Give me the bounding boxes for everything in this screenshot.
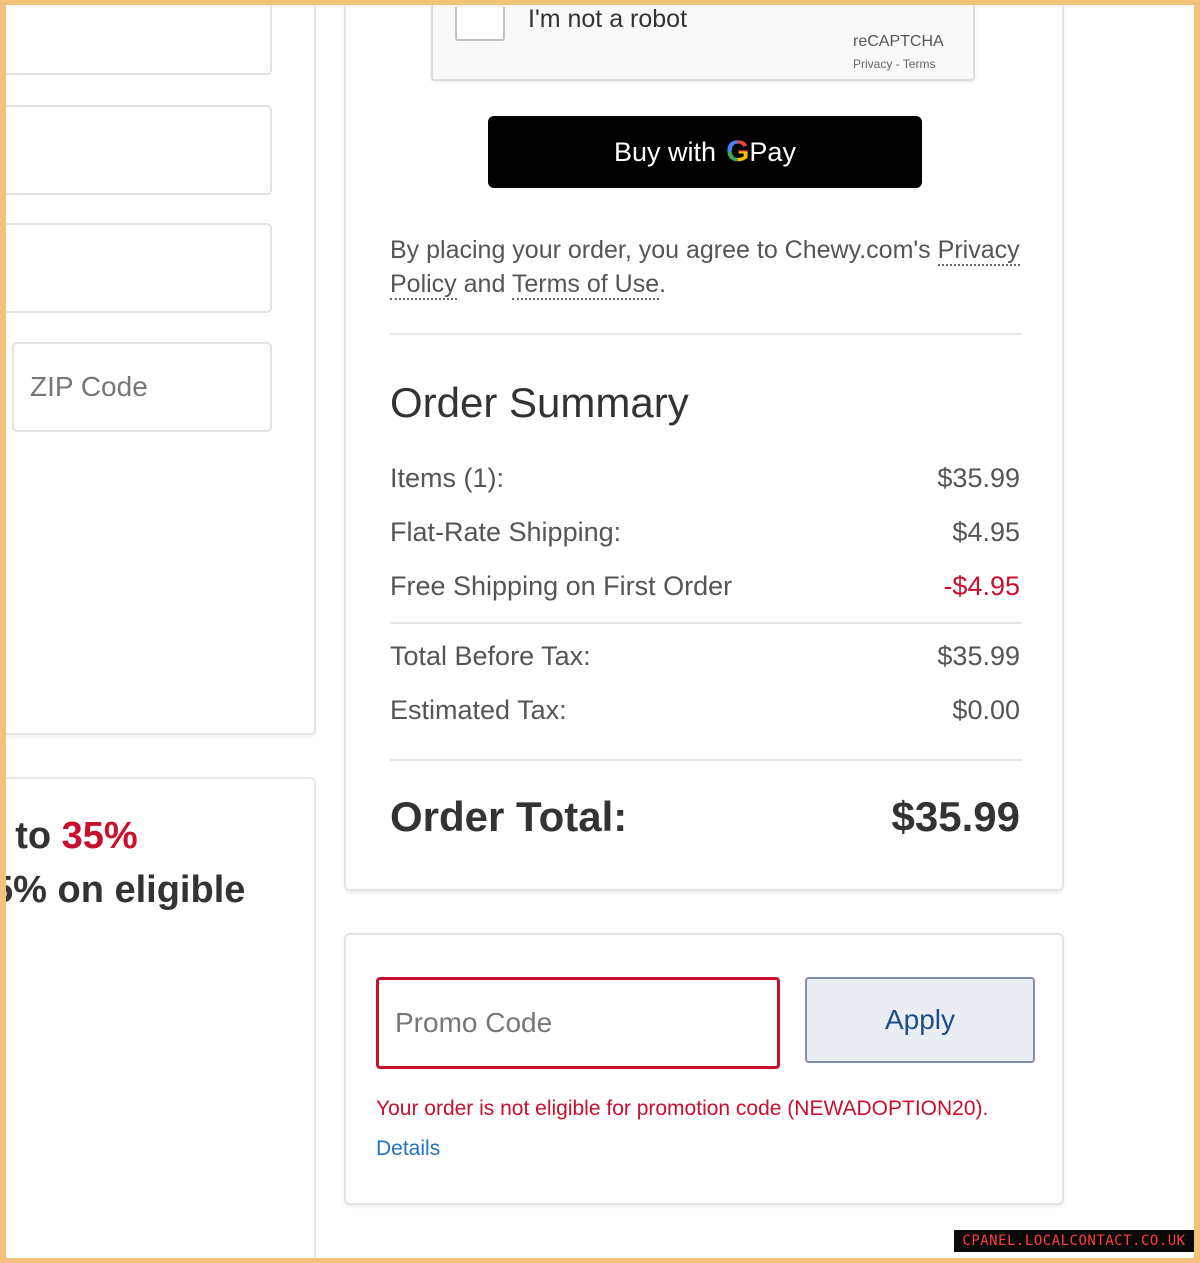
summary-row-label: Total Before Tax: (390, 641, 591, 671)
address-field-3[interactable] (6, 223, 272, 313)
google-g-icon: G (726, 135, 750, 168)
summary-row-label: Items (1): (390, 463, 505, 493)
zip-code-input[interactable] (12, 342, 272, 432)
order-total-value: $35.99 (891, 793, 1020, 840)
autoship-promo-line-1: ) to 35% (6, 815, 138, 857)
summary-row-label: Flat-Rate Shipping: (390, 517, 622, 547)
promo-details-link[interactable]: Details (376, 1137, 440, 1161)
summary-row-value: $0.00 (952, 695, 1020, 725)
page-frame: ) to 35% 5% on eligible I'm not a robot … (6, 5, 1194, 1258)
summary-row-value: $4.95 (952, 517, 1020, 547)
summary-row-total-before-tax: Total Before Tax: $35.99 (390, 641, 1020, 672)
summary-row-discount-value: -$4.95 (943, 571, 1020, 601)
order-total-label: Order Total: (390, 793, 628, 840)
recaptcha-widget: I'm not a robot reCAPTCHA Privacy - Term… (431, 5, 975, 81)
gpay-prefix: Buy with (614, 136, 717, 167)
summary-row-value: $35.99 (937, 641, 1020, 671)
promo-error-message: Your order is not eligible for promotion… (376, 1097, 989, 1120)
summary-row-shipping: Flat-Rate Shipping: $4.95 (390, 517, 1020, 548)
promo-code-input[interactable] (376, 977, 780, 1069)
recaptcha-brand: reCAPTCHA (853, 33, 944, 50)
recaptcha-links[interactable]: Privacy - Terms (853, 57, 935, 71)
gpay-pay-label: Pay (749, 137, 796, 167)
watermark: CPANEL.LOCALCONTACT.CO.UK (954, 1230, 1194, 1252)
order-total-row: Order Total: $35.99 (390, 793, 1020, 841)
summary-divider-bottom (390, 759, 1022, 761)
terms-of-use-link[interactable]: Terms of Use (511, 270, 660, 300)
order-summary-title: Order Summary (390, 379, 689, 426)
promo-code-card (344, 933, 1064, 1205)
summary-divider-middle (390, 622, 1022, 624)
autoship-promo-percent: 35% (61, 815, 138, 857)
address-field-1[interactable] (6, 5, 272, 75)
summary-row-free-shipping: Free Shipping on First Order -$4.95 (390, 571, 1020, 602)
order-agreement-text: By placing your order, you agree to Chew… (390, 236, 1020, 300)
buy-with-google-pay-button[interactable]: Buy with GPay (488, 116, 922, 188)
summary-row-estimated-tax: Estimated Tax: $0.00 (390, 695, 1020, 726)
summary-row-value: $35.99 (937, 463, 1020, 493)
summary-row-label: Estimated Tax: (390, 695, 567, 725)
autoship-promo-line-2: 5% on eligible (6, 869, 246, 911)
summary-row-items: Items (1): $35.99 (390, 463, 1020, 494)
summary-divider-top (390, 333, 1022, 335)
address-field-2[interactable] (6, 105, 272, 195)
recaptcha-checkbox[interactable] (455, 7, 505, 41)
summary-row-label: Free Shipping on First Order (390, 571, 733, 601)
recaptcha-label: I'm not a robot (528, 5, 688, 33)
apply-promo-button[interactable]: Apply (805, 977, 1035, 1063)
